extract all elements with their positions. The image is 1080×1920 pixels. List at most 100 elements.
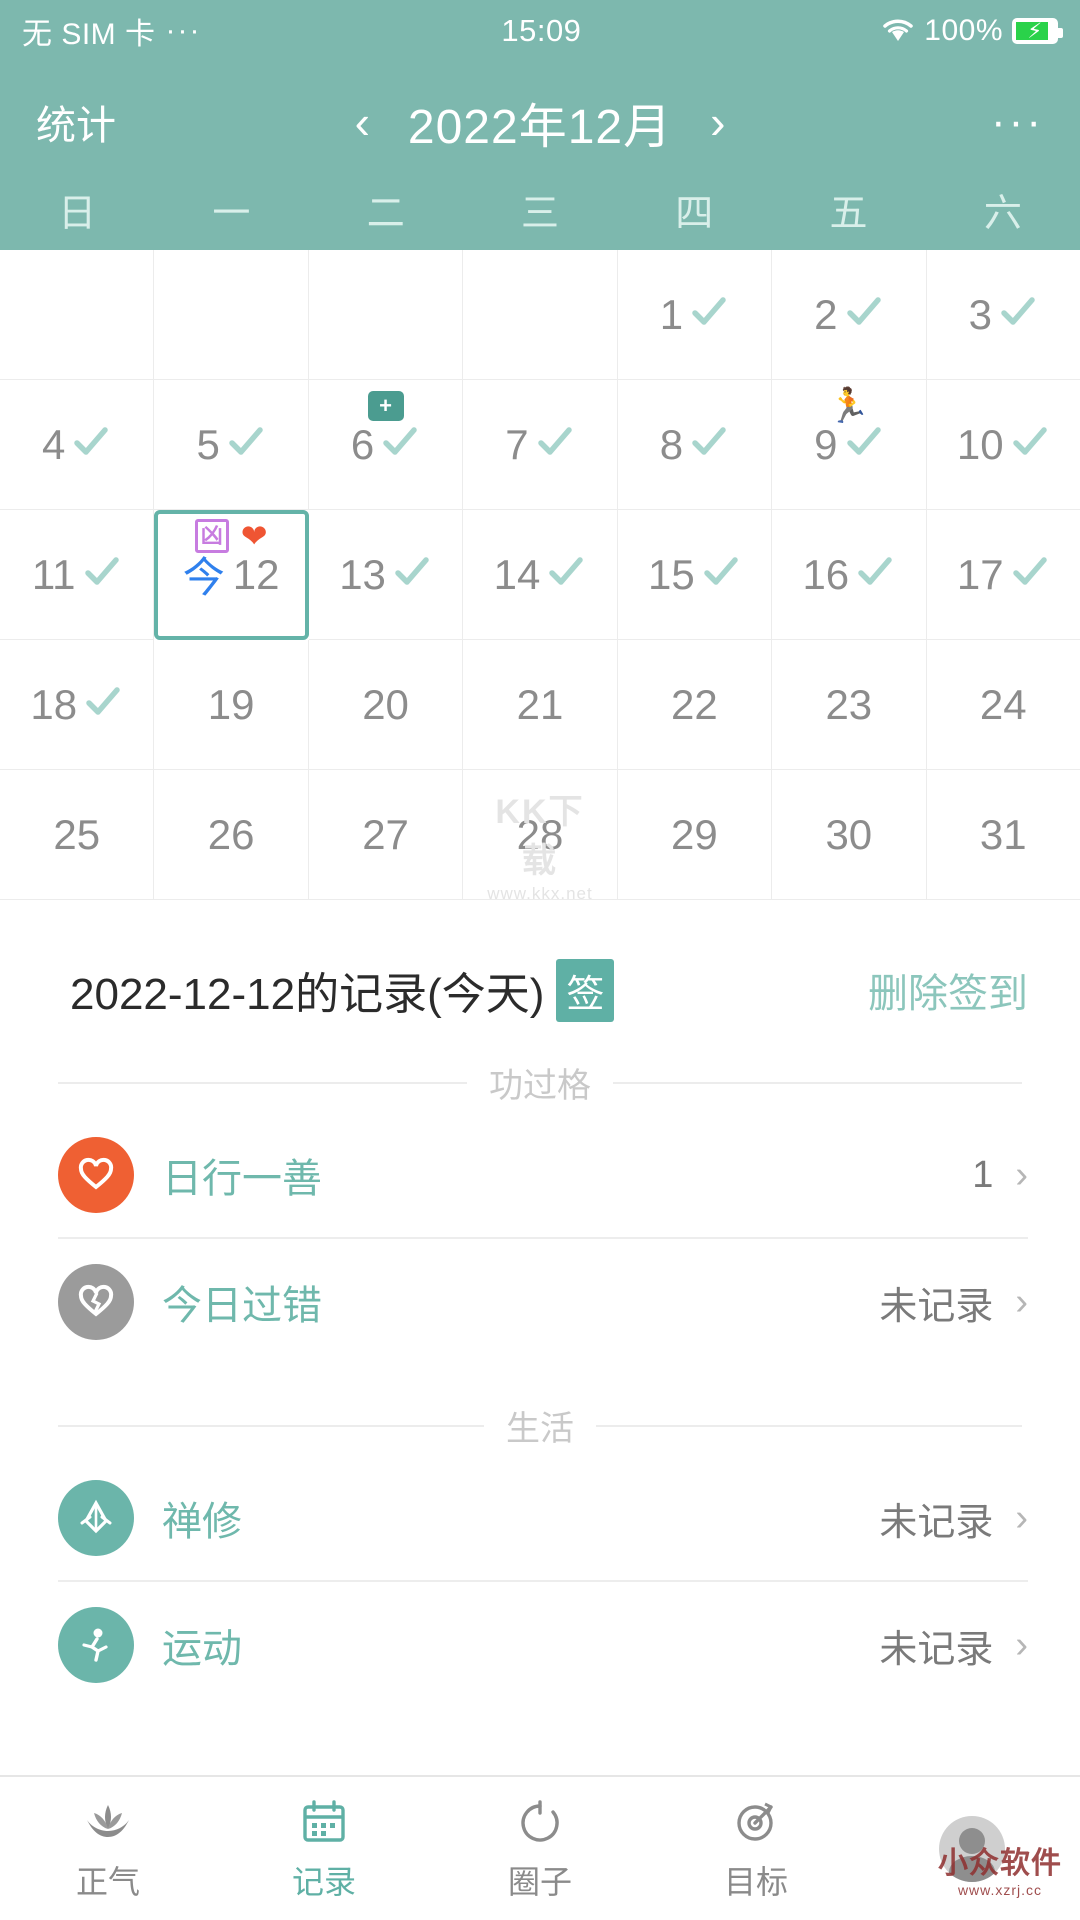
record-sections: 功过格 日行一善 1 › 今日过错 未记录 › 生活 禅修 未记录 › 运动 未记录 › [0,1022,1080,1708]
calendar-day-content: 17 [957,551,1050,599]
weekday-thu: 四 [675,193,714,235]
chevron-left-icon[interactable]: ‹ [351,99,374,145]
section-label: 功过格 [489,1067,591,1105]
calendar-day-number: 5 [196,420,220,468]
nav-item-label: 记录 [291,1863,356,1900]
calendar-day-number: 21 [516,680,564,728]
list-item[interactable]: 日行一善 1 › [58,1113,1028,1239]
nav-item-圈子[interactable]: 圈子 [432,1795,648,1903]
chevron-right-icon[interactable]: › [1015,1497,1028,1540]
calendar-day-number: 23 [825,680,873,728]
calendar-day-number: 22 [671,680,718,728]
xiong-icon: 凶 [194,519,229,553]
check-icon [1010,552,1050,597]
calendar-grid[interactable]: 1 2 3 4 5 +6 7 8 🏃 9 10 11 凶 ❤ 今 12 13 14 15 16 17 18 19 20 21 22… [0,250,1080,903]
calendar-day-cell[interactable]: 15 [617,510,773,640]
calendar-day-content: 21 [517,681,564,729]
calendar-day-cell[interactable]: 24 [926,640,1080,770]
carrier-label: 无 SIM 卡 [22,18,156,51]
nav-item-正气[interactable]: 正气 [0,1795,216,1903]
calendar-day-number: 8 [659,420,684,468]
calendar-day-cell[interactable]: 10 [926,380,1080,510]
sign-in-badge[interactable]: 签 [556,958,615,1022]
calendar-day-number: 9 [814,420,838,468]
list-item-value: 未记录 [879,1285,994,1328]
calendar-week-row: 11 凶 ❤ 今 12 13 14 15 16 17 [0,510,1080,640]
calendar-day-content: 6 [351,421,420,469]
calendar-day-content: 4 [42,421,111,469]
calendar-day-cell[interactable]: 13 [308,510,464,640]
calendar-day-cell[interactable]: 21 [463,640,618,770]
calendar-day-cell[interactable]: 8 [617,380,773,510]
calendar-day-cell[interactable]: 5 [154,380,309,510]
overflow-menu-button[interactable]: ··· [874,99,1044,144]
battery-charging-icon: ⚡ [1012,18,1063,44]
calendar-day-cell[interactable]: +6 [308,380,464,510]
delete-signin-button[interactable]: 删除签到 [868,961,1028,1019]
calendar-day-content: 27 [362,811,409,859]
nav-item-记录[interactable]: 记录 [216,1795,432,1903]
calendar-day-number: 24 [979,680,1027,728]
stats-button[interactable]: 统计 [36,93,206,151]
calendar-empty-cell [463,250,618,380]
chevron-right-icon[interactable]: › [1015,1624,1028,1667]
nav-item-label: 目标 [723,1863,788,1900]
bottom-navigation[interactable]: 正气 记录 圈子 目标 [0,1775,1080,1920]
calendar-day-cell[interactable]: 23 [772,640,927,770]
record-header: 2022-12-12的记录(今天) 签 删除签到 [0,900,1080,1022]
check-icon [998,292,1038,337]
calendar-day-content: 20 [362,681,409,729]
chevron-right-icon[interactable]: › [1015,1154,1028,1197]
calendar-day-cell[interactable]: 2 [772,250,927,380]
check-icon [689,422,729,467]
check-icon [546,552,586,597]
calendar-day-content: 8 [660,421,729,469]
calendar-day-content: 19 [208,681,255,729]
calendar-day-cell[interactable]: 26 [154,770,309,900]
calendar-day-cell[interactable]: 22 [617,640,773,770]
page-title[interactable]: 2022年12月 [408,87,672,157]
calendar-day-cell[interactable]: 28 KK下载 www.kkx.net [463,770,618,903]
weekday-wed: 三 [520,193,559,235]
calendar-day-cell[interactable]: 30 [772,770,927,900]
calendar-empty-cell [0,250,155,380]
calendar-day-cell[interactable]: 3 [926,250,1080,380]
list-item-value: 1 [972,1153,994,1196]
calendar-day-content: 23 [825,681,872,729]
calendar-day-cell[interactable]: 27 [308,770,464,900]
heart-filled-icon [58,1137,134,1213]
list-item[interactable]: 禅修 未记录 › [58,1456,1028,1582]
nav-item-目标[interactable]: 目标 [648,1795,864,1903]
calendar-day-cell[interactable]: 20 [308,640,464,770]
calendar-day-cell[interactable]: 7 [463,380,618,510]
chevron-right-icon[interactable]: › [1015,1281,1028,1324]
list-item[interactable]: 运动 未记录 › [58,1582,1028,1708]
app-bar: 统计 ‹ 2022年12月 › ··· [0,62,1080,182]
weekday-sat: 六 [983,193,1022,235]
calendar-day-number: 20 [362,680,409,728]
calendar-day-number: 16 [802,550,850,598]
chevron-right-icon[interactable]: › [706,99,729,145]
calendar-day-cell[interactable]: 16 [772,510,927,640]
calendar-week-row: 18 19 20 21 22 23 24 [0,640,1080,770]
calendar-day-cell[interactable]: 29 [617,770,773,900]
list-item[interactable]: 今日过错 未记录 › [58,1239,1028,1365]
check-icon [392,552,432,597]
avatar-icon [939,1815,1005,1882]
calendar-day-cell[interactable]: 25 [0,770,155,900]
calendar-day-cell[interactable]: 19 [154,640,309,770]
calendar-day-cell[interactable]: 31 [926,770,1080,900]
calendar-day-cell[interactable]: 🏃 9 [772,380,927,510]
calendar-day-cell[interactable]: 14 [463,510,618,640]
calendar-day-cell[interactable]: 17 [926,510,1080,640]
calendar-day-cell[interactable]: 11 [0,510,155,640]
calendar-day-cell[interactable]: 4 [0,380,155,510]
calendar-day-cell[interactable]: 凶 ❤ 今 12 [154,510,309,640]
section-divider: 生活 [0,1365,1080,1456]
check-icon [71,422,111,467]
calendar-day-cell[interactable]: 1 [617,250,773,380]
list-item-label: 运动 [162,1627,242,1671]
nav-item-profile[interactable] [864,1815,1080,1882]
calendar-day-cell[interactable]: 18 [0,640,155,770]
carrier-dots-icon: ··· [165,14,202,47]
